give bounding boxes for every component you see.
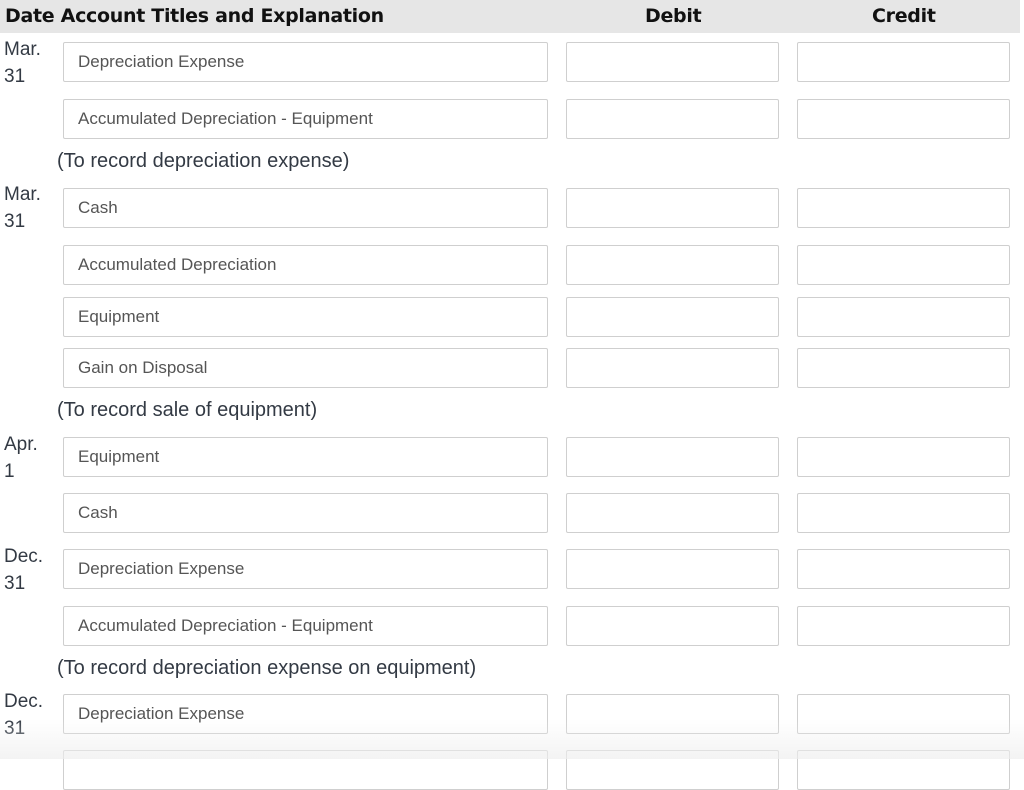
account-field[interactable]: Gain on Disposal — [63, 348, 548, 388]
credit-field[interactable] — [797, 348, 1010, 388]
header-date-account: Date Account Titles and Explanation — [5, 5, 384, 27]
entry-date: Mar. 31 — [4, 184, 41, 232]
account-field[interactable]: Equipment — [63, 297, 548, 337]
credit-field[interactable] — [797, 188, 1010, 228]
debit-field[interactable] — [566, 549, 779, 589]
credit-field[interactable] — [797, 99, 1010, 139]
account-field[interactable]: Depreciation Expense — [63, 42, 548, 82]
account-field[interactable]: Cash — [63, 188, 548, 228]
account-field[interactable]: Depreciation Expense — [63, 694, 548, 734]
debit-field[interactable] — [566, 750, 779, 790]
entry-date: Mar. 31 — [4, 39, 41, 87]
debit-field[interactable] — [566, 297, 779, 337]
credit-field[interactable] — [797, 245, 1010, 285]
debit-field[interactable] — [566, 437, 779, 477]
account-field[interactable]: Accumulated Depreciation — [63, 245, 548, 285]
debit-field[interactable] — [566, 348, 779, 388]
journal-header: Date Account Titles and Explanation Debi… — [0, 0, 1020, 33]
header-debit: Debit — [645, 5, 702, 27]
credit-field[interactable] — [797, 694, 1010, 734]
account-field[interactable] — [63, 750, 548, 790]
debit-field[interactable] — [566, 606, 779, 646]
entry-date: Dec. 31 — [4, 546, 44, 594]
account-field[interactable]: Accumulated Depreciation - Equipment — [63, 99, 548, 139]
entry-date: Dec. 31 — [4, 691, 44, 739]
debit-field[interactable] — [566, 99, 779, 139]
debit-field[interactable] — [566, 694, 779, 734]
debit-field[interactable] — [566, 42, 779, 82]
entry-explanation: (To record sale of equipment) — [57, 399, 318, 421]
credit-field[interactable] — [797, 549, 1010, 589]
credit-field[interactable] — [797, 297, 1010, 337]
entry-explanation: (To record depreciation expense on equip… — [57, 657, 477, 679]
account-field[interactable]: Cash — [63, 493, 548, 533]
entry-date: Apr. 1 — [4, 434, 38, 482]
header-credit: Credit — [872, 5, 936, 27]
account-field[interactable]: Depreciation Expense — [63, 549, 548, 589]
credit-field[interactable] — [797, 750, 1010, 790]
credit-field[interactable] — [797, 42, 1010, 82]
debit-field[interactable] — [566, 245, 779, 285]
credit-field[interactable] — [797, 493, 1010, 533]
debit-field[interactable] — [566, 493, 779, 533]
credit-field[interactable] — [797, 606, 1010, 646]
credit-field[interactable] — [797, 437, 1010, 477]
account-field[interactable]: Accumulated Depreciation - Equipment — [63, 606, 548, 646]
debit-field[interactable] — [566, 188, 779, 228]
entry-explanation: (To record depreciation expense) — [57, 150, 350, 172]
account-field[interactable]: Equipment — [63, 437, 548, 477]
